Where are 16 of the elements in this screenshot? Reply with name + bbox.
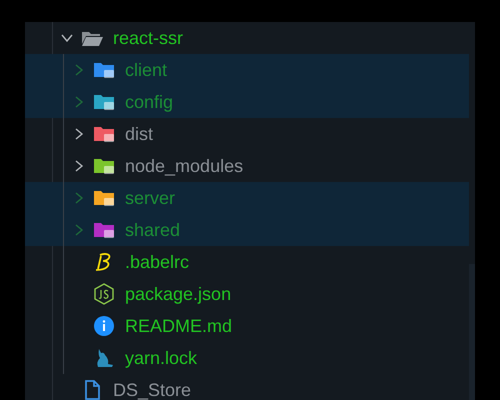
tree-item[interactable]: dist xyxy=(25,118,469,150)
tree-item[interactable]: yarn.lock xyxy=(25,342,469,374)
scrollbar[interactable] xyxy=(469,264,475,400)
tree-item[interactable]: shared xyxy=(25,214,469,246)
tree-item[interactable]: react-ssr xyxy=(25,22,469,54)
tree-item[interactable]: .babelrc xyxy=(25,246,469,278)
open-folder-icon xyxy=(81,29,103,47)
tree-item[interactable]: DS_Store xyxy=(25,374,469,400)
node-js-icon xyxy=(93,283,115,305)
tree-item[interactable]: README.md xyxy=(25,310,469,342)
tree-item[interactable]: package.json xyxy=(25,278,469,310)
tree-item[interactable]: node_modules xyxy=(25,150,469,182)
tree-item[interactable]: config xyxy=(25,86,469,118)
tree-item[interactable]: client xyxy=(25,54,469,86)
tree-item[interactable]: server xyxy=(25,182,469,214)
info-icon xyxy=(93,315,115,337)
